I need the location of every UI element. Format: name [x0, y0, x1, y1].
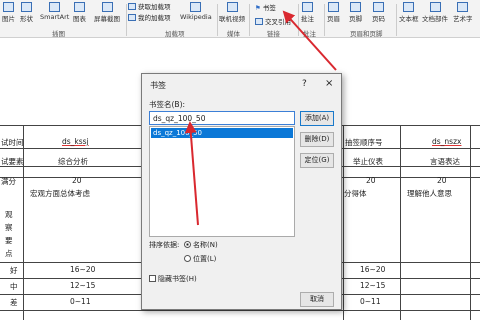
- arrow-to-bookmark: [282, 10, 337, 71]
- annotation-arrows: [184, 10, 337, 226]
- arrow-to-input: [184, 121, 199, 226]
